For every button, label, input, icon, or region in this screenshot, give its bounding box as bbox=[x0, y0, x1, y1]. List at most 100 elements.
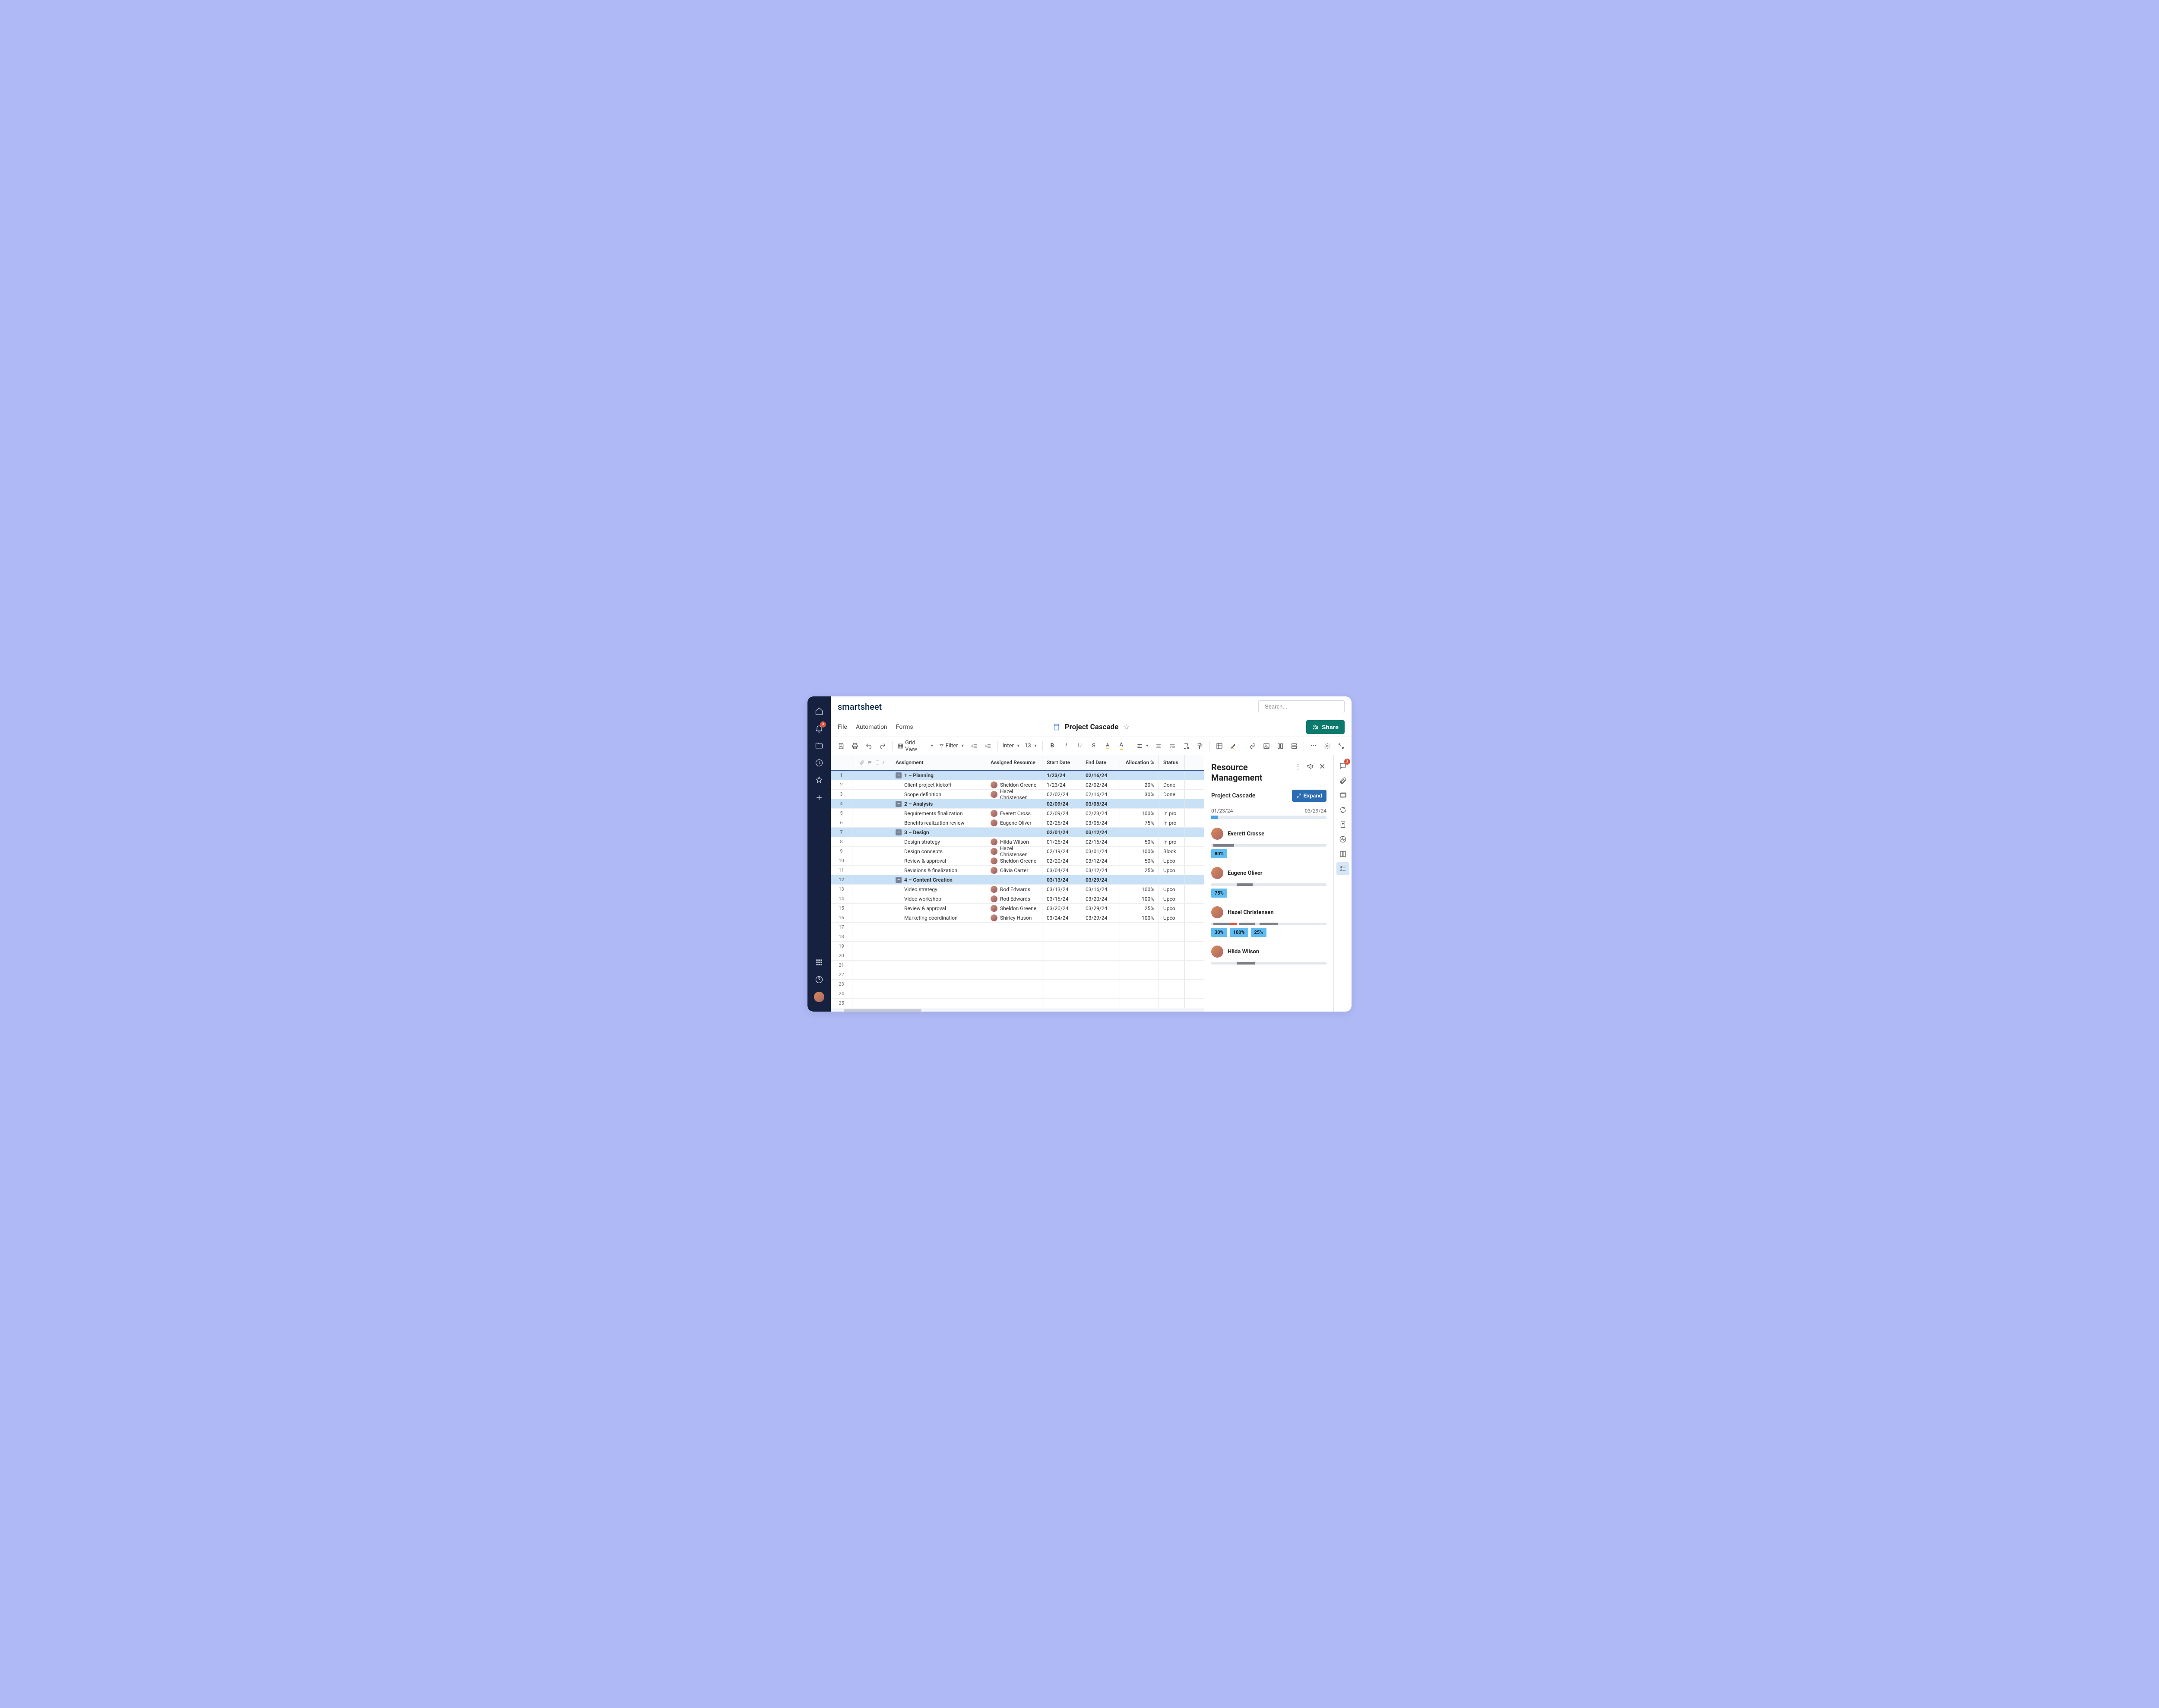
cell-alloc[interactable] bbox=[1120, 999, 1159, 1008]
cell-status[interactable]: Upco bbox=[1159, 913, 1185, 922]
bold-icon[interactable]: B bbox=[1046, 740, 1058, 752]
cell-start[interactable] bbox=[1042, 942, 1081, 951]
cell-end[interactable] bbox=[1081, 923, 1120, 932]
cell-start[interactable]: 03/13/24 bbox=[1042, 885, 1081, 894]
cell-start[interactable]: 03/04/24 bbox=[1042, 866, 1081, 875]
cell-end[interactable]: 03/05/24 bbox=[1081, 799, 1120, 808]
cell-start[interactable]: 1/23/24 bbox=[1042, 771, 1081, 780]
filter-dropdown[interactable]: Filter▼ bbox=[937, 740, 966, 752]
cell-assignment[interactable]: Video workshop bbox=[891, 894, 986, 903]
search-field[interactable] bbox=[1265, 703, 1341, 710]
table-row[interactable]: 22 bbox=[831, 970, 1204, 980]
cell-resource[interactable] bbox=[986, 989, 1042, 998]
attachments-icon[interactable] bbox=[1336, 774, 1349, 787]
cell-resource[interactable] bbox=[986, 961, 1042, 970]
cell-status[interactable]: Done bbox=[1159, 780, 1185, 789]
cell-end[interactable]: 02/16/24 bbox=[1081, 790, 1120, 799]
grid-area[interactable]: i Assignment Assigned Resource Start Dat… bbox=[831, 755, 1204, 1012]
cell-status[interactable]: Upco bbox=[1159, 904, 1185, 913]
cell-resource[interactable] bbox=[986, 942, 1042, 951]
cell-assignment[interactable]: −3 – Design bbox=[891, 828, 986, 837]
cell-end[interactable]: 03/12/24 bbox=[1081, 866, 1120, 875]
col-start[interactable]: Start Date bbox=[1042, 755, 1081, 770]
cell-status[interactable]: Upco bbox=[1159, 866, 1185, 875]
cell-alloc[interactable]: 50% bbox=[1120, 837, 1159, 846]
cell-resource[interactable] bbox=[986, 875, 1042, 884]
cell-assignment[interactable]: Design strategy bbox=[891, 837, 986, 846]
update-requests-icon[interactable] bbox=[1336, 803, 1349, 816]
panel-close-icon[interactable] bbox=[1318, 762, 1326, 771]
print-icon[interactable] bbox=[849, 740, 861, 752]
cell-assignment[interactable]: Review & approval bbox=[891, 856, 986, 865]
table-row[interactable]: 11Revisions & finalizationOlivia Carter0… bbox=[831, 866, 1204, 875]
cell-alloc[interactable]: 50% bbox=[1120, 856, 1159, 865]
favorites-icon[interactable] bbox=[811, 772, 827, 788]
col-end[interactable]: End Date bbox=[1081, 755, 1120, 770]
col-resource[interactable]: Assigned Resource bbox=[986, 755, 1042, 770]
cell-assignment[interactable]: Marketing coordination bbox=[891, 913, 986, 922]
cell-start[interactable]: 02/26/24 bbox=[1042, 818, 1081, 827]
cell-end[interactable]: 02/02/24 bbox=[1081, 780, 1120, 789]
expand-icon[interactable] bbox=[1335, 740, 1347, 752]
vertical-align-icon[interactable] bbox=[1152, 740, 1165, 752]
proofs-icon[interactable] bbox=[1336, 789, 1349, 802]
table-row[interactable]: 7−3 – Design02/01/2403/12/24 bbox=[831, 828, 1204, 837]
collapse-icon[interactable]: − bbox=[896, 772, 902, 778]
cell-start[interactable] bbox=[1042, 980, 1081, 989]
insert-row-icon[interactable] bbox=[1288, 740, 1300, 752]
cell-alloc[interactable] bbox=[1120, 875, 1159, 884]
summary-icon[interactable] bbox=[1336, 848, 1349, 860]
search-input[interactable] bbox=[1258, 700, 1345, 713]
cell-assignment[interactable] bbox=[891, 989, 986, 998]
cell-alloc[interactable]: 100% bbox=[1120, 913, 1159, 922]
cell-status[interactable]: Upco bbox=[1159, 856, 1185, 865]
person-block[interactable]: Hazel Christensen30%100%25% bbox=[1211, 906, 1326, 937]
cell-start[interactable]: 02/09/24 bbox=[1042, 799, 1081, 808]
cell-assignment[interactable]: Review & approval bbox=[891, 904, 986, 913]
table-row[interactable]: 4−2 – Analysis02/09/2403/05/24 bbox=[831, 799, 1204, 809]
undo-icon[interactable] bbox=[863, 740, 875, 752]
cell-alloc[interactable]: 75% bbox=[1120, 818, 1159, 827]
cell-start[interactable] bbox=[1042, 951, 1081, 960]
cell-end[interactable]: 03/16/24 bbox=[1081, 885, 1120, 894]
conditional-format-icon[interactable] bbox=[1213, 740, 1225, 752]
cell-status[interactable]: Upco bbox=[1159, 894, 1185, 903]
insert-column-icon[interactable] bbox=[1274, 740, 1286, 752]
fill-color-icon[interactable] bbox=[1102, 740, 1114, 752]
cell-start[interactable]: 02/19/24 bbox=[1042, 847, 1081, 856]
panel-announce-icon[interactable] bbox=[1306, 762, 1314, 771]
cell-resource[interactable]: Rod Edwards bbox=[986, 894, 1042, 903]
person-block[interactable]: Eugene Oliver75% bbox=[1211, 867, 1326, 898]
collapse-icon[interactable]: − bbox=[896, 829, 902, 835]
table-row[interactable]: 6Benefits realization reviewEugene Olive… bbox=[831, 818, 1204, 828]
cell-resource[interactable]: Sheldon Greene bbox=[986, 904, 1042, 913]
cell-start[interactable]: 02/09/24 bbox=[1042, 809, 1081, 818]
cell-resource[interactable]: Eugene Oliver bbox=[986, 818, 1042, 827]
home-icon[interactable] bbox=[811, 703, 827, 719]
cell-end[interactable] bbox=[1081, 932, 1120, 941]
table-row[interactable]: 25 bbox=[831, 999, 1204, 1008]
cell-end[interactable]: 03/05/24 bbox=[1081, 818, 1120, 827]
cell-status[interactable] bbox=[1159, 970, 1185, 979]
clear-format-icon[interactable] bbox=[1180, 740, 1192, 752]
settings-icon[interactable] bbox=[1321, 740, 1333, 752]
help-icon[interactable] bbox=[811, 972, 827, 987]
cell-status[interactable]: In pro bbox=[1159, 809, 1185, 818]
collapse-icon[interactable]: − bbox=[896, 801, 902, 807]
table-row[interactable]: 23 bbox=[831, 980, 1204, 989]
conversations-icon[interactable]: 3 bbox=[1336, 759, 1349, 772]
cell-alloc[interactable]: 25% bbox=[1120, 904, 1159, 913]
image-icon[interactable] bbox=[1260, 740, 1273, 752]
cell-alloc[interactable]: 100% bbox=[1120, 809, 1159, 818]
cell-alloc[interactable]: 20% bbox=[1120, 780, 1159, 789]
format-painter-icon[interactable] bbox=[1194, 740, 1206, 752]
cell-end[interactable]: 03/12/24 bbox=[1081, 828, 1120, 837]
cell-assignment[interactable]: −4 – Content Creation bbox=[891, 875, 986, 884]
cell-alloc[interactable] bbox=[1120, 828, 1159, 837]
cell-assignment[interactable]: Scope definition bbox=[891, 790, 986, 799]
cell-status[interactable] bbox=[1159, 942, 1185, 951]
table-row[interactable]: 13Video strategyRod Edwards03/13/2403/16… bbox=[831, 885, 1204, 894]
cell-end[interactable] bbox=[1081, 980, 1120, 989]
cell-start[interactable]: 03/16/24 bbox=[1042, 894, 1081, 903]
col-assignment[interactable]: Assignment bbox=[891, 755, 986, 770]
